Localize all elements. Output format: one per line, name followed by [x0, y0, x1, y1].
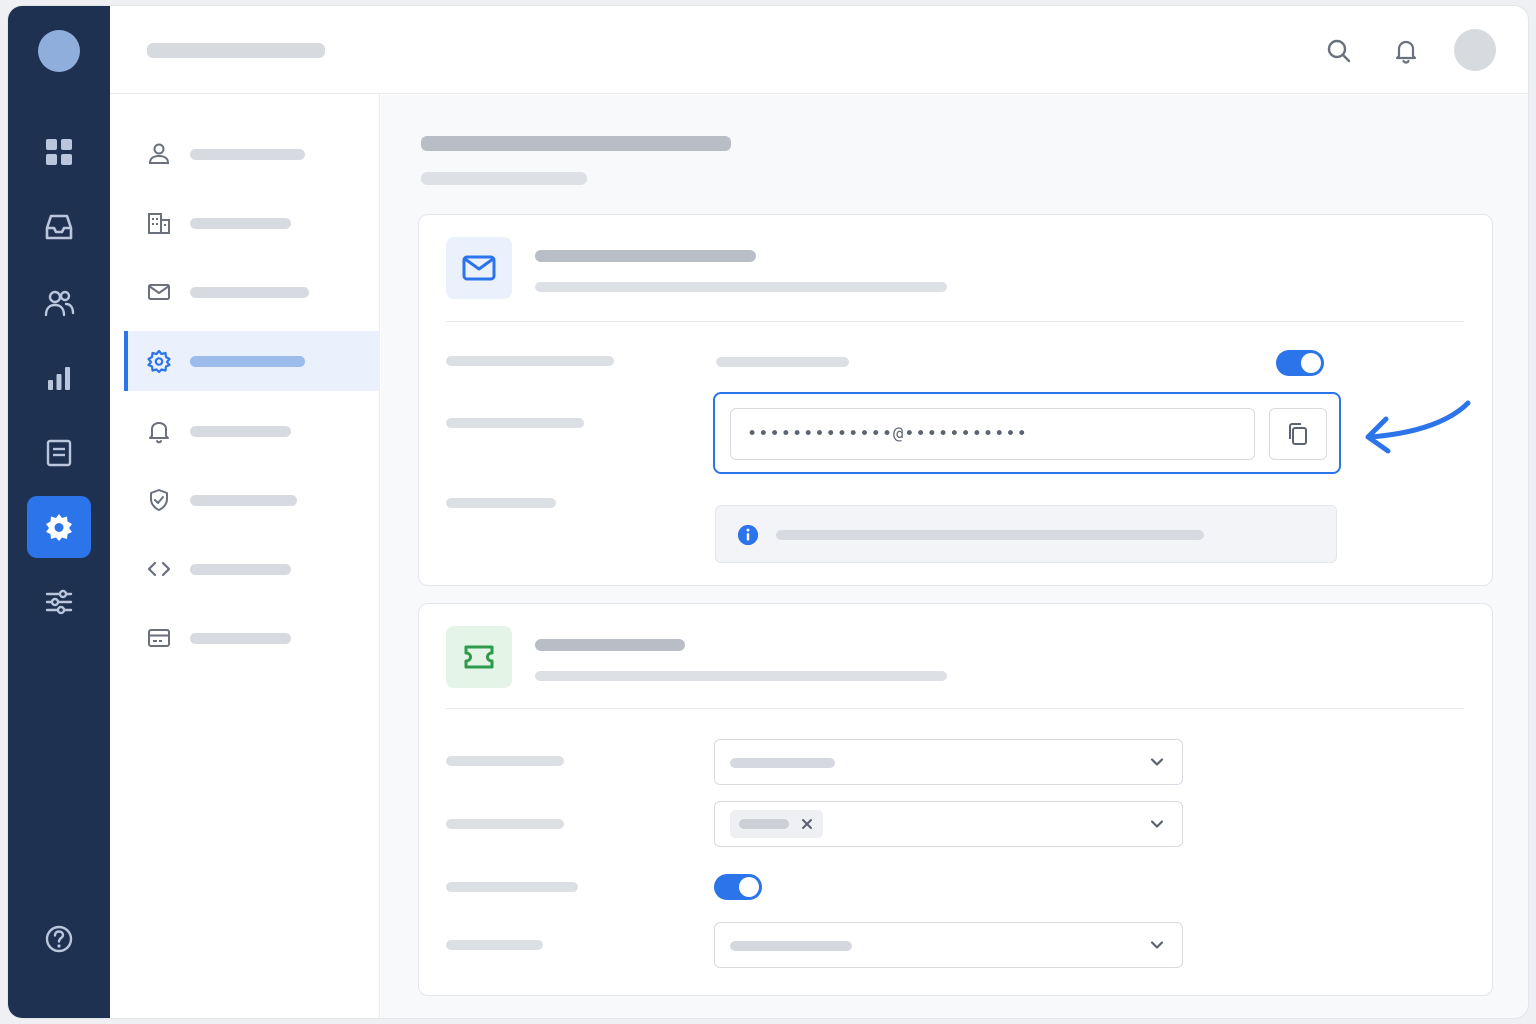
card-divider — [446, 321, 1464, 322]
gear-icon — [46, 514, 72, 541]
top-bar — [110, 6, 1528, 94]
email-forwarding-toggle[interactable] — [1276, 350, 1324, 376]
forwarding-address-highlight: •••••••••••••@••••••••••• — [713, 392, 1341, 474]
mail-icon — [148, 284, 170, 300]
analytics-icon[interactable] — [27, 347, 91, 409]
app-window: •••••••••••••@••••••••••• — [8, 6, 1528, 1018]
ticket-icon — [464, 645, 494, 669]
subnav-item-settings-active[interactable] — [124, 331, 380, 391]
subnav-item-email[interactable] — [124, 262, 380, 322]
subnav-item-organization[interactable] — [124, 193, 380, 253]
subnav-item-billing[interactable] — [124, 608, 380, 668]
sliders-icon — [45, 589, 73, 615]
dropdown-select[interactable] — [714, 739, 1183, 785]
subnav-item-developer[interactable] — [124, 539, 380, 599]
ticket-card-icon-tile — [446, 626, 512, 688]
mail-icon — [462, 255, 496, 281]
settings-nav — [110, 94, 380, 1018]
row-label-placeholder — [446, 498, 556, 508]
inbox-icon — [45, 214, 73, 240]
notifications-button[interactable] — [1389, 34, 1423, 68]
bar-chart-icon — [48, 367, 70, 390]
email-settings-card: •••••••••••••@••••••••••• — [418, 214, 1493, 586]
subnav-label-placeholder — [190, 148, 305, 160]
inbox-icon[interactable] — [27, 196, 91, 258]
row-label-placeholder — [446, 418, 584, 428]
users-icon[interactable] — [27, 272, 91, 334]
close-icon[interactable] — [799, 816, 815, 832]
help-icon — [45, 925, 73, 953]
subnav-label-placeholder — [190, 217, 291, 229]
primary-sidebar — [8, 6, 110, 1018]
row-label-placeholder — [446, 940, 543, 950]
subnav-item-notifications[interactable] — [124, 401, 380, 461]
selected-tag-chip — [730, 810, 823, 838]
row-label-placeholder — [446, 882, 578, 892]
app-title-placeholder — [147, 43, 325, 58]
users-icon — [44, 290, 75, 317]
search-icon — [1327, 39, 1351, 63]
page-subtitle-placeholder — [421, 172, 587, 185]
subnav-item-security[interactable] — [124, 470, 380, 530]
copy-icon — [1289, 423, 1307, 445]
chevron-down-icon — [1150, 941, 1164, 949]
toggle-label-placeholder — [716, 357, 849, 367]
grid-icon — [46, 139, 72, 165]
chevron-down-icon — [1150, 758, 1164, 766]
subnav-label-placeholder — [190, 355, 305, 367]
user-icon — [148, 143, 170, 164]
code-icon — [147, 561, 171, 577]
bell-icon — [149, 422, 169, 444]
email-card-icon-tile — [446, 237, 512, 299]
subnav-label-placeholder — [190, 286, 309, 298]
row-label-placeholder — [446, 756, 564, 766]
forwarding-address-field[interactable]: •••••••••••••@••••••••••• — [730, 408, 1255, 460]
dropdown-select[interactable] — [714, 922, 1183, 968]
subnav-label-placeholder — [190, 425, 291, 437]
ticket-card-title-placeholder — [535, 639, 685, 651]
ticketing-settings-card — [418, 603, 1493, 996]
select-value-placeholder — [730, 941, 852, 951]
chevron-down-icon — [1150, 820, 1164, 828]
arrow-pointer-icon — [1365, 400, 1471, 454]
multi-select[interactable] — [714, 801, 1183, 847]
card-divider — [446, 708, 1464, 709]
row-label-placeholder — [446, 819, 564, 829]
credit-card-icon — [148, 629, 170, 647]
email-card-title-placeholder — [535, 250, 756, 262]
gear-icon — [147, 349, 171, 374]
main-content: •••••••••••••@••••••••••• — [381, 95, 1528, 1018]
sliders-icon[interactable] — [27, 571, 91, 633]
shield-check-icon — [150, 489, 168, 511]
bell-icon — [1395, 40, 1417, 64]
app-logo[interactable] — [38, 30, 80, 72]
help-icon[interactable] — [27, 908, 91, 970]
dashboard-grid-icon[interactable] — [27, 121, 91, 183]
subnav-label-placeholder — [190, 494, 297, 506]
document-icon[interactable] — [27, 422, 91, 484]
row-label-placeholder — [446, 356, 614, 366]
info-icon — [737, 524, 759, 546]
subnav-label-placeholder — [190, 563, 291, 575]
user-avatar[interactable] — [1454, 29, 1496, 71]
info-callout — [715, 505, 1337, 563]
page-title-placeholder — [421, 136, 731, 151]
email-card-description-placeholder — [535, 282, 947, 292]
building-icon — [148, 213, 170, 234]
copy-address-button[interactable] — [1269, 408, 1327, 460]
tag-label-placeholder — [739, 819, 789, 829]
document-icon — [46, 439, 72, 467]
ticket-card-description-placeholder — [535, 671, 947, 681]
select-value-placeholder — [730, 758, 835, 768]
settings-icon[interactable] — [27, 496, 91, 558]
ticketing-toggle[interactable] — [714, 874, 762, 900]
subnav-item-profile[interactable] — [124, 124, 380, 184]
subnav-label-placeholder — [190, 632, 291, 644]
info-text-placeholder — [776, 530, 1204, 540]
search-button[interactable] — [1322, 34, 1356, 68]
